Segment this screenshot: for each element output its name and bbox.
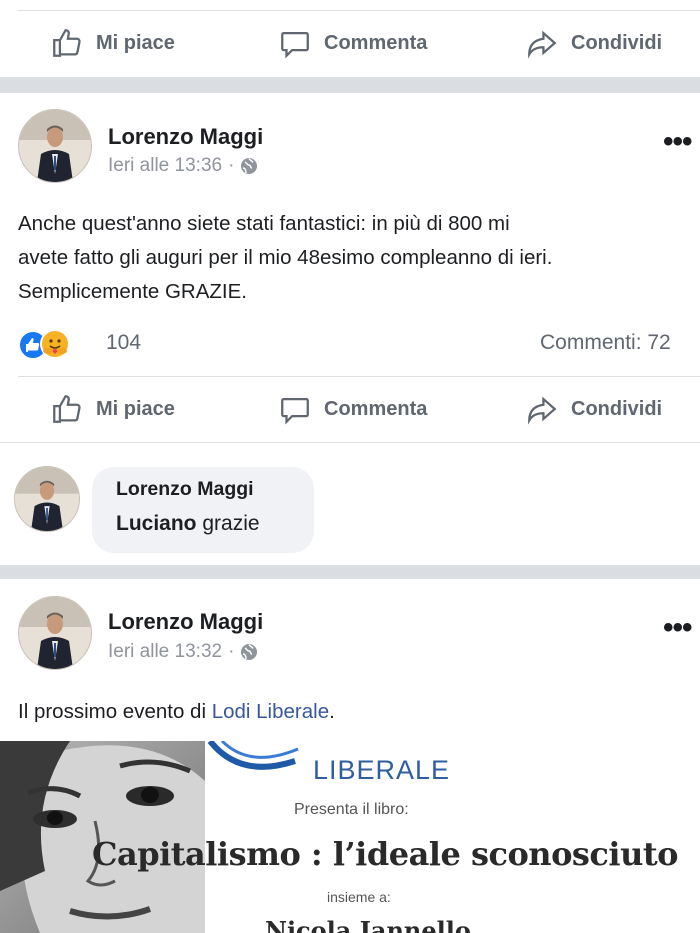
poster-book-title: Capitalismo : l’ideale sconosciuto [92,835,678,873]
post-comments-divider [0,442,700,443]
post1-like-button[interactable]: Mi piace [50,26,175,60]
post-image[interactable]: LIBERALE Presenta il libro: Capitalismo … [0,741,700,933]
share-label: Condividi [571,31,663,54]
feed-separator [0,565,700,579]
post-options-button[interactable]: ••• [663,611,692,645]
poster-guest: Nicola Iannello [265,916,471,933]
commenter-avatar[interactable] [14,466,80,532]
org-name: LIBERALE [313,755,451,785]
comment-icon [281,397,309,425]
profile-photo [19,110,91,182]
post-timestamp[interactable]: Ieri alle 13:36 · [108,155,258,177]
post-options-button[interactable]: ••• [663,125,692,159]
globe-icon [241,158,258,174]
post-body: Il prossimo evento di Lodi Liberale. [18,700,335,723]
post-body: Anche quest'anno siete stati fantastici:… [18,207,700,309]
reaction-count[interactable]: 104 [106,331,141,355]
post2-share-button[interactable]: Condividi [525,392,662,426]
author-avatar[interactable] [18,596,92,670]
profile-photo [15,467,79,531]
comment-text: Luciano grazie [116,512,260,536]
care-reaction-icon [40,329,70,359]
comment-mention[interactable]: Luciano [116,512,197,535]
reactions-summary[interactable] [18,328,78,360]
comment-body: grazie [202,512,260,535]
post-author-name[interactable]: Lorenzo Maggi [108,124,263,150]
like-label: Mi piace [96,397,175,420]
thumbs-up-icon [53,29,81,57]
feed-separator [0,77,700,93]
post-body-line: Semplicemente GRAZIE. [18,280,247,303]
comment-author[interactable]: Lorenzo Maggi [116,478,254,501]
post2-like-button[interactable]: Mi piace [50,392,175,426]
globe-icon [241,644,258,660]
post-body-line: Anche quest'anno siete stati fantastici:… [18,212,510,235]
post1-top-divider [18,10,700,11]
post2-comment-button[interactable]: Commenta [278,392,427,426]
profile-photo [19,597,91,669]
comments-count[interactable]: Commenti: 72 [540,331,671,355]
post-actions-divider [18,376,700,377]
comment-label: Commenta [324,397,428,420]
page-link[interactable]: Lodi Liberale [212,700,329,723]
poster-together: insieme a: [327,889,391,905]
author-avatar[interactable] [18,109,92,183]
post-author-name[interactable]: Lorenzo Maggi [108,609,263,635]
comment-icon [281,31,309,59]
comment-label: Commenta [324,31,428,54]
post1-share-button[interactable]: Condividi [525,26,662,60]
like-label: Mi piace [96,31,175,54]
post-body-line: avete fatto gli auguri per il mio 48esim… [18,246,553,269]
post1-comment-button[interactable]: Commenta [278,26,427,60]
poster-presents: Presenta il libro: [294,801,409,818]
share-label: Condividi [571,397,663,420]
share-icon [528,30,557,59]
share-icon [528,396,557,425]
thumbs-up-icon [53,395,81,423]
post-timestamp[interactable]: Ieri alle 13:32 · [108,641,258,663]
